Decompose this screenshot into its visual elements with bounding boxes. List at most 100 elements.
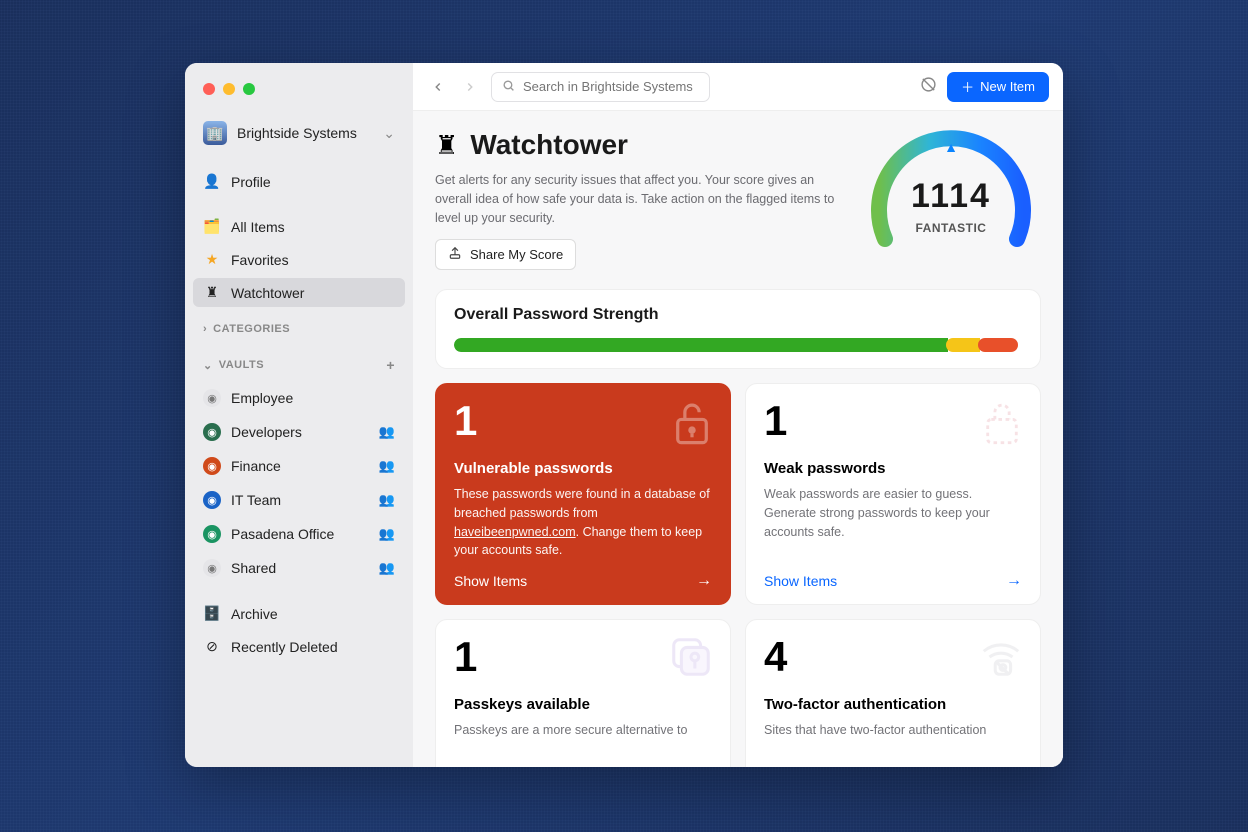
archive-icon: 🗄️ [203,605,221,622]
sidebar-item-all-items[interactable]: 🗂️ All Items [193,212,405,241]
share-score-button[interactable]: Share My Score [435,239,576,270]
wifi-lock-icon [978,634,1024,685]
card-vulnerable-passwords[interactable]: 1 Vulnerable passwords These passwords w… [435,383,731,605]
plus-icon: ＋ [961,77,974,96]
search-icon [502,79,515,95]
sidebar-item-label: Shared [231,560,276,576]
sidebar-item-label: Employee [231,390,293,406]
sidebar-item-label: Watchtower [231,285,304,301]
sidebar-item-label: Profile [231,174,271,190]
sidebar-item-vault-developers[interactable]: ◉ Developers 👥 [193,417,405,447]
sidebar-item-label: Finance [231,458,281,474]
sidebar-item-label: All Items [231,219,285,235]
shared-icon: 👥 [379,560,395,576]
vault-icon: ◉ [203,389,221,407]
all-items-icon: 🗂️ [203,218,221,235]
topbar: ＋ New Item [413,63,1063,111]
chevron-down-icon: ⌄ [383,125,395,142]
password-strength-panel: Overall Password Strength [435,289,1041,369]
show-items-button[interactable]: Show Items → [764,560,1022,590]
search-input[interactable] [523,79,699,94]
sidebar: 🏢 Brightside Systems ⌄ 👤 Profile 🗂️ All … [185,63,413,767]
account-icon: 🏢 [203,121,227,145]
sidebar-item-label: Developers [231,424,302,440]
passkey-icon [668,634,714,685]
gauge-arrow-icon: ▲ [944,139,958,155]
card-title: Vulnerable passwords [454,460,712,477]
add-vault-button[interactable]: + [386,357,395,373]
card-title: Two-factor authentication [764,696,1022,713]
search-field[interactable] [491,72,710,102]
chevron-right-icon: › [203,323,207,335]
account-switcher[interactable]: 🏢 Brightside Systems ⌄ [193,115,405,151]
content-area: ♜ Watchtower Get alerts for any security… [413,111,1063,767]
card-body: These passwords were found in a database… [454,485,712,560]
profile-icon: 👤 [203,173,221,190]
shared-icon: 👥 [379,492,395,508]
sidebar-item-recently-deleted[interactable]: ⊘ Recently Deleted [193,632,405,661]
page-description: Get alerts for any security issues that … [435,171,835,227]
hibp-link[interactable]: haveibeenpwned.com [454,525,576,539]
card-two-factor-auth[interactable]: 4 Two-factor authentication Sites that h… [745,619,1041,767]
share-icon [448,246,462,263]
nav-forward-button[interactable] [459,76,481,98]
categories-header[interactable]: › CATEGORIES [193,317,405,341]
trash-icon: ⊘ [203,638,221,655]
vault-icon: ◉ [203,457,221,475]
chevron-down-icon: ⌄ [203,359,213,372]
card-weak-passwords[interactable]: 1 Weak passwords Weak passwords are easi… [745,383,1041,605]
vault-icon: ◉ [203,491,221,509]
watchtower-icon: ♜ [435,130,458,161]
vault-icon: ◉ [203,559,221,577]
window-controls [185,83,413,115]
privacy-icon[interactable] [920,76,937,98]
score-gauge: ▲ 1114 FANTASTIC [861,129,1041,279]
account-name: Brightside Systems [237,125,357,141]
sidebar-item-vault-it-team[interactable]: ◉ IT Team 👥 [193,485,405,515]
shared-icon: 👥 [379,424,395,440]
sidebar-item-vault-employee[interactable]: ◉ Employee [193,383,405,413]
sidebar-item-vault-pasadena[interactable]: ◉ Pasadena Office 👥 [193,519,405,549]
sidebar-item-archive[interactable]: 🗄️ Archive [193,599,405,628]
star-icon: ★ [203,251,221,268]
sidebar-item-favorites[interactable]: ★ Favorites [193,245,405,274]
sidebar-item-label: Archive [231,606,278,622]
shared-icon: 👥 [379,458,395,474]
vault-icon: ◉ [203,525,221,543]
nav-back-button[interactable] [427,76,449,98]
card-title: Weak passwords [764,460,1022,477]
card-title: Passkeys available [454,696,712,713]
sidebar-item-label: Favorites [231,252,289,268]
sidebar-item-label: IT Team [231,492,281,508]
maximize-window-button[interactable] [243,83,255,95]
new-item-button[interactable]: ＋ New Item [947,72,1049,102]
score-label: FANTASTIC [916,221,987,235]
app-window: 🏢 Brightside Systems ⌄ 👤 Profile 🗂️ All … [185,63,1063,767]
card-body: Passkeys are a more secure alternative t… [454,721,712,740]
weak-lock-icon [980,398,1024,453]
card-body: Weak passwords are easier to guess. Gene… [764,485,1022,541]
sidebar-item-watchtower[interactable]: ♜ Watchtower [193,278,405,307]
sidebar-item-profile[interactable]: 👤 Profile [193,167,405,196]
sidebar-item-vault-finance[interactable]: ◉ Finance 👥 [193,451,405,481]
sidebar-item-label: Pasadena Office [231,526,334,542]
card-passkeys-available[interactable]: 1 Passkeys available Passkeys are a more… [435,619,731,767]
show-items-button[interactable]: Show Items → [454,560,712,590]
close-window-button[interactable] [203,83,215,95]
strength-bar [454,338,1022,352]
vault-icon: ◉ [203,423,221,441]
card-body: Sites that have two-factor authenticatio… [764,721,1022,740]
minimize-window-button[interactable] [223,83,235,95]
vaults-header[interactable]: ⌄ VAULTS + [193,351,405,379]
arrow-right-icon: → [696,572,712,590]
shared-icon: 👥 [379,526,395,542]
arrow-right-icon: → [1006,572,1022,590]
unlock-alert-icon [670,398,714,453]
page-title: Watchtower [470,129,628,161]
sidebar-item-vault-shared[interactable]: ◉ Shared 👥 [193,553,405,583]
score-value: 1114 [911,177,991,216]
panel-title: Overall Password Strength [454,306,1022,324]
main-content: ＋ New Item ♜ Watchtower Get alerts for a… [413,63,1063,767]
sidebar-item-label: Recently Deleted [231,639,338,655]
watchtower-icon: ♜ [203,284,221,301]
